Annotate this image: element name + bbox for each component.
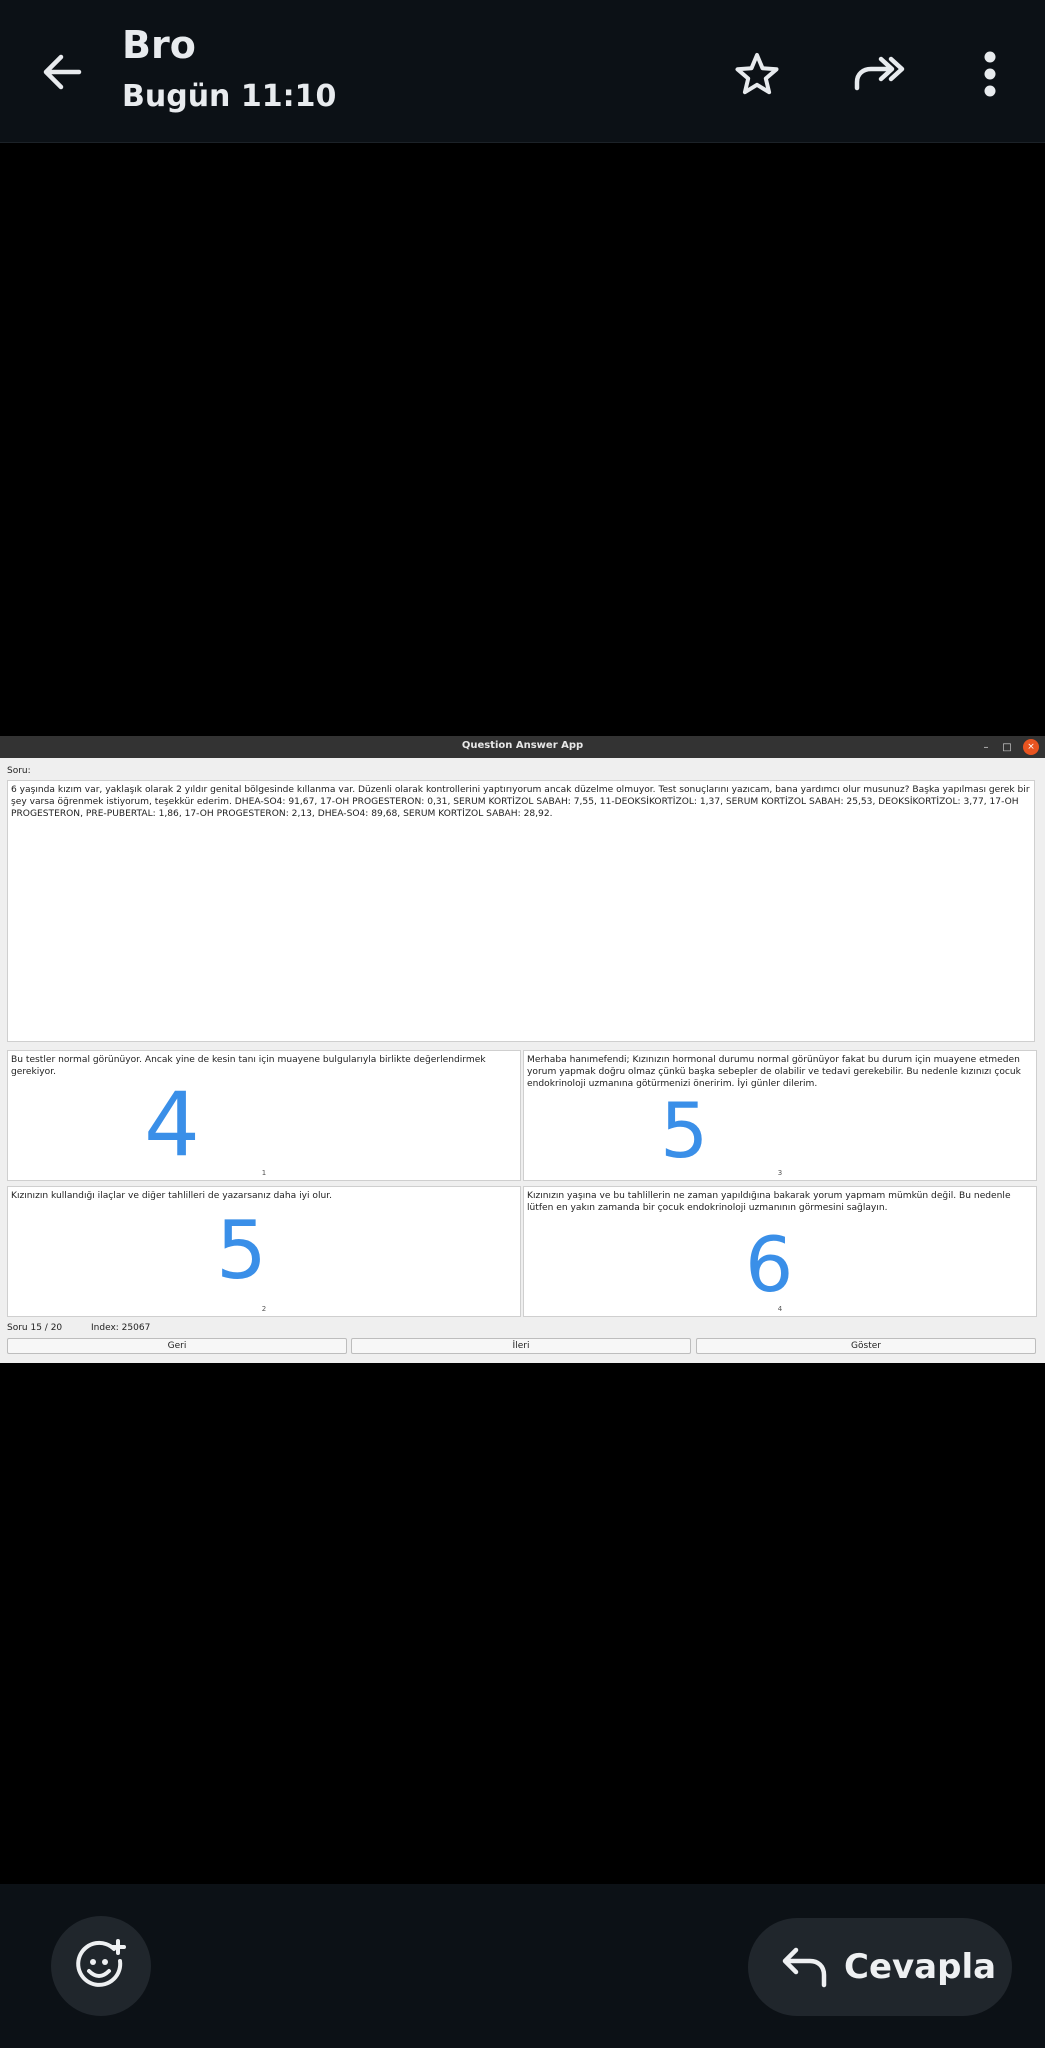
minimize-button[interactable]: – (978, 739, 994, 755)
answer-text: Kızınızın kullandığı ilaçlar ve diğer ta… (11, 1191, 333, 1201)
answer-number: 3 (777, 1169, 783, 1177)
close-button[interactable]: × (1023, 739, 1039, 755)
maximize-button[interactable]: □ (999, 739, 1015, 755)
answer-number: 2 (261, 1305, 267, 1313)
window-titlebar: Question Answer App – □ × (0, 736, 1045, 758)
back-button[interactable] (34, 40, 90, 104)
handwritten-score: 4 (144, 1073, 200, 1176)
next-nav-button[interactable]: İleri (351, 1338, 691, 1354)
answer-number: 4 (777, 1305, 783, 1313)
question-progress: Soru 15 / 20 (7, 1323, 63, 1333)
forward-button[interactable] (852, 46, 908, 102)
question-index: Index: 25067 (91, 1323, 151, 1333)
more-options-button[interactable] (962, 46, 1018, 102)
answer-box-2[interactable]: Kızınızın kullandığı ilaçlar ve diğer ta… (7, 1186, 521, 1317)
star-button[interactable] (729, 46, 785, 102)
question-answer-app-window: Question Answer App – □ × Soru: 6 yaşınd… (0, 736, 1045, 1363)
star-icon (735, 53, 779, 95)
question-label: Soru: (7, 766, 31, 776)
handwritten-score: 5 (216, 1204, 267, 1297)
forward-icon (854, 56, 905, 91)
chat-title: Bro (122, 23, 196, 67)
answer-box-4[interactable]: Kızınızın yaşına ve bu tahlillerin ne za… (523, 1186, 1037, 1317)
reply-button[interactable]: Cevapla (748, 1918, 1012, 2016)
question-text-area[interactable]: 6 yaşında kızım var, yaklaşık olarak 2 y… (7, 780, 1035, 1042)
answer-number: 1 (261, 1169, 267, 1177)
answer-box-3[interactable]: Merhaba hanımefendi; Kızınızın hormonal … (523, 1050, 1037, 1181)
message-timestamp: Bugün 11:10 (122, 79, 337, 114)
add-emoji-icon (76, 1939, 126, 1987)
answer-text: Kızınızın yaşına ve bu tahlillerin ne za… (527, 1191, 1011, 1213)
window-title: Question Answer App (461, 740, 584, 751)
top-app-bar: Bro Bugün 11:10 (0, 0, 1045, 143)
show-button[interactable]: Göster (696, 1338, 1036, 1354)
reply-icon (782, 1947, 827, 1988)
back-arrow-icon (43, 54, 82, 90)
reply-label: Cevapla (844, 1947, 997, 1987)
answer-text: Bu testler normal görünüyor. Ancak yine … (11, 1055, 486, 1077)
back-nav-button[interactable]: Geri (7, 1338, 347, 1354)
handwritten-score: 5 (660, 1086, 709, 1175)
answer-box-1[interactable]: Bu testler normal görünüyor. Ancak yine … (7, 1050, 521, 1181)
handwritten-score: 6 (745, 1220, 794, 1309)
more-vertical-icon (984, 51, 996, 97)
answer-text: Merhaba hanımefendi; Kızınızın hormonal … (527, 1055, 1021, 1089)
add-reaction-button[interactable] (51, 1916, 151, 2016)
